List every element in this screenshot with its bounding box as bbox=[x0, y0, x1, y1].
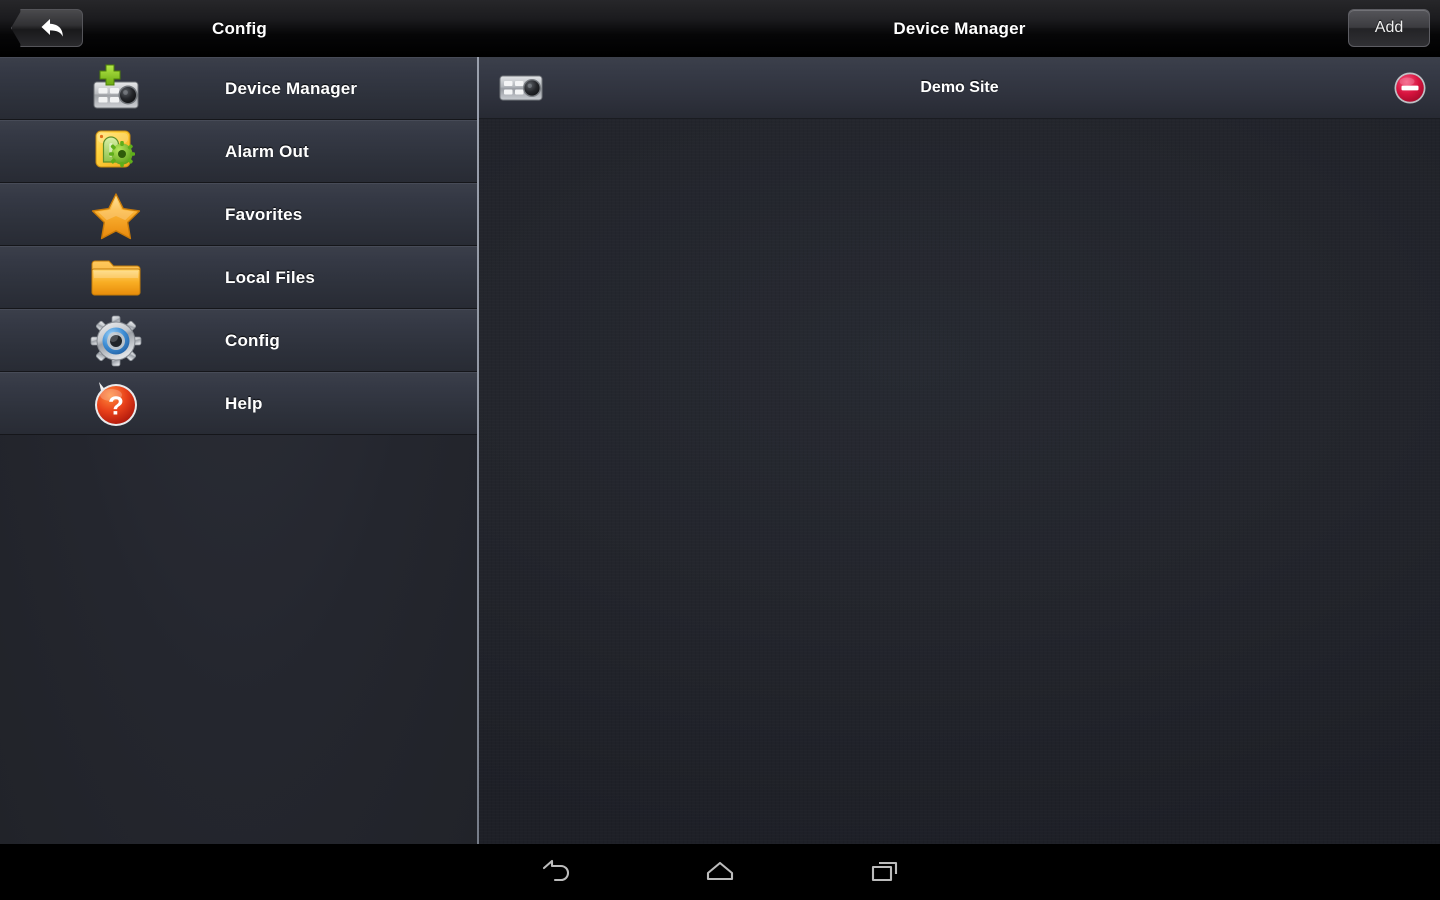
sidebar-item-favorites[interactable]: Favorites bbox=[0, 183, 478, 246]
sidebar-item-alarm-out[interactable]: Alarm Out bbox=[0, 120, 478, 183]
folder-icon bbox=[88, 250, 144, 306]
question-bubble-icon: ? bbox=[88, 376, 144, 432]
dvr-add-icon bbox=[88, 61, 144, 117]
config-menu-panel: Device Manager Alarm Out Favorites Local… bbox=[0, 57, 478, 844]
delete-minus-icon[interactable] bbox=[1392, 70, 1428, 106]
left-titlebar: Config bbox=[0, 0, 479, 57]
svg-text:?: ? bbox=[108, 390, 124, 420]
sidebar-item-label: Local Files bbox=[225, 267, 316, 287]
right-panel-background bbox=[479, 57, 1440, 844]
device-name-label: Demo Site bbox=[920, 78, 999, 96]
sidebar-item-label: Config bbox=[225, 330, 281, 350]
gear-icon bbox=[88, 313, 144, 369]
right-titlebar-title: Device Manager bbox=[893, 18, 1026, 38]
config-menu-list: Device Manager Alarm Out Favorites Local… bbox=[0, 57, 478, 435]
sidebar-item-label: Help bbox=[225, 393, 263, 413]
sidebar-item-label: Favorites bbox=[225, 204, 303, 224]
star-icon bbox=[88, 187, 144, 243]
android-home-icon[interactable] bbox=[692, 850, 748, 894]
add-button[interactable]: Add bbox=[1348, 9, 1430, 47]
sidebar-item-local-files[interactable]: Local Files bbox=[0, 246, 478, 309]
android-navigation-bar bbox=[0, 844, 1440, 900]
sidebar-item-label: Alarm Out bbox=[225, 141, 309, 161]
alarm-out-icon bbox=[88, 124, 144, 180]
device-list-item[interactable]: Demo Site bbox=[479, 57, 1440, 119]
back-arrow-icon bbox=[38, 16, 66, 40]
app-window: Config Device Manager Add Device Manager… bbox=[0, 0, 1440, 900]
sidebar-item-config[interactable]: Config bbox=[0, 309, 478, 372]
device-manager-panel: Demo Site bbox=[479, 57, 1440, 844]
right-titlebar: Device Manager Add bbox=[479, 0, 1440, 57]
back-button[interactable] bbox=[11, 9, 83, 47]
sidebar-item-device-manager[interactable]: Device Manager bbox=[0, 57, 478, 120]
sidebar-item-label: Device Manager bbox=[225, 78, 358, 98]
sidebar-item-help[interactable]: ? Help bbox=[0, 372, 478, 435]
android-back-icon[interactable] bbox=[528, 850, 584, 894]
android-recents-icon[interactable] bbox=[856, 850, 912, 894]
